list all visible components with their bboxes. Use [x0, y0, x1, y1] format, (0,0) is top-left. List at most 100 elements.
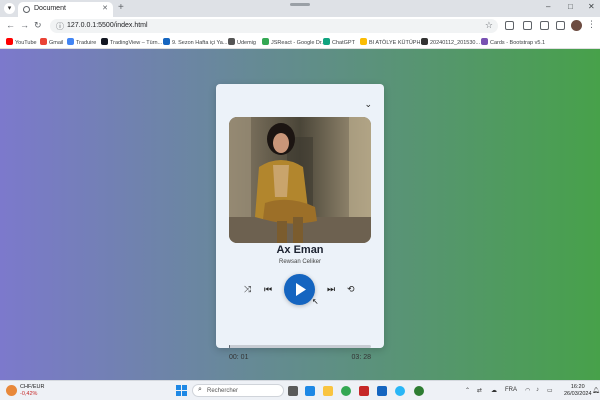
- bookmark-jsreact[interactable]: JSReact - Google Dr...: [262, 38, 326, 47]
- more-menu-icon[interactable]: ⋮: [587, 19, 596, 30]
- forward-arrow-icon[interactable]: →: [20, 20, 29, 30]
- google-drive-icon: [360, 38, 367, 45]
- new-tab-button[interactable]: +: [118, 2, 124, 13]
- taskbar-search-box[interactable]: ⌕ Rechercher: [192, 384, 284, 397]
- browser-toolbar: ← → ↻ ⓘ 127.0.0.1:5500/index.html ☆ ⋮: [0, 17, 600, 35]
- bookmark-traduire[interactable]: Traduire: [67, 38, 96, 47]
- window-drag-handle[interactable]: [290, 3, 310, 6]
- clock-time: 16:20: [570, 384, 585, 390]
- tradingview-icon: [101, 38, 108, 45]
- google-drive-icon: [262, 38, 269, 45]
- onedrive-icon[interactable]: ☁: [491, 387, 497, 394]
- bookmark-chatgpt[interactable]: ChatGPT: [323, 38, 355, 47]
- gmail-icon: [40, 38, 47, 45]
- battery-icon[interactable]: ▭: [547, 387, 553, 394]
- duration-time: 03: 28: [351, 354, 371, 361]
- bookmark-tradingview[interactable]: TradingView – Türn...: [101, 38, 162, 47]
- file-explorer-icon[interactable]: [323, 386, 333, 396]
- reload-icon[interactable]: ↻: [34, 20, 42, 31]
- chevron-down-icon: ▾: [7, 5, 12, 12]
- bookmark-label: Udemig: [237, 40, 256, 46]
- address-bar[interactable]: ⓘ 127.0.0.1:5500/index.html ☆: [50, 19, 498, 33]
- chevron-down-icon[interactable]: ⌄: [364, 100, 372, 109]
- minimize-button[interactable]: –: [546, 2, 550, 11]
- artist-name: Rewsan Celiker: [278, 259, 321, 265]
- chatgpt-icon: [323, 38, 330, 45]
- bookmark-label: 20240112_201530...: [430, 40, 481, 46]
- profile-avatar[interactable]: [571, 20, 582, 31]
- close-window-button[interactable]: ✕: [588, 2, 595, 11]
- bookmark-sezon[interactable]: 9. Sezon Hafta içi Ya...: [163, 38, 227, 47]
- bookmark-gmail[interactable]: Gmail: [40, 38, 63, 47]
- bookmark-label: Gmail: [49, 40, 64, 46]
- side-panel-icon[interactable]: [556, 21, 565, 30]
- bookmark-label: 9. Sezon Hafta içi Ya...: [172, 40, 228, 46]
- album-cover: [229, 117, 371, 243]
- wifi-icon[interactable]: ◠: [525, 387, 530, 394]
- back-arrow-icon[interactable]: ←: [6, 20, 15, 30]
- vscode-icon[interactable]: [305, 386, 315, 396]
- tab-close-icon[interactable]: ✕: [102, 4, 108, 12]
- whatsapp-icon[interactable]: [414, 386, 424, 396]
- bookmarks-bar: YouTube Gmail Traduire TradingView – Tür…: [0, 35, 600, 49]
- bookmark-atolye[interactable]: BI ATÖLYE KÜTÜPH...: [360, 38, 425, 47]
- taskbar-clock[interactable]: 16:20 26/03/2024: [564, 384, 592, 398]
- bookmark-recording[interactable]: 20240112_201530...: [421, 38, 480, 47]
- currency-change: -0,42%: [20, 391, 38, 397]
- search-icon: ⌕: [198, 386, 202, 393]
- youtube-icon: [6, 38, 13, 45]
- site-info-icon[interactable]: ⓘ: [56, 21, 64, 32]
- currency-pair[interactable]: CHF/EUR: [20, 384, 44, 390]
- music-player-card: ⌄ Ax Eman Rewsan Celiker ⤨ ⏮ ↖ ⏭ ⟲ 00: 0…: [216, 84, 384, 361]
- bookmark-label: Traduire: [76, 40, 97, 46]
- file-icon: [421, 38, 428, 45]
- app-icon[interactable]: [359, 386, 369, 396]
- play-button[interactable]: [284, 274, 315, 305]
- bookmark-label: YouTube: [15, 40, 37, 46]
- network-adapter-icon[interactable]: ⇄: [477, 387, 482, 394]
- maximize-button[interactable]: □: [568, 2, 573, 11]
- previous-track-icon[interactable]: ⏮: [264, 285, 272, 294]
- next-track-icon[interactable]: ⏭: [327, 285, 335, 294]
- progress-bar[interactable]: [229, 345, 371, 348]
- windows-start-icon[interactable]: [176, 385, 187, 396]
- bookmark-label: JSReact - Google Dr...: [271, 40, 327, 46]
- telegram-icon[interactable]: [395, 386, 405, 396]
- udemy-icon: [228, 38, 235, 45]
- download-icon[interactable]: [540, 21, 549, 30]
- browser-tab-bar: ▾ Document ✕ + – □ ✕: [0, 0, 600, 17]
- mouse-cursor-icon: ↖: [312, 297, 319, 306]
- puzzle-icon[interactable]: [523, 21, 532, 30]
- task-view-icon[interactable]: [288, 386, 298, 396]
- browser-tab-document[interactable]: Document ✕: [18, 2, 113, 17]
- bookmark-label: ChatGPT: [332, 40, 355, 46]
- tab-search-button[interactable]: ▾: [4, 3, 15, 14]
- bootstrap-icon: [481, 38, 488, 45]
- repeat-icon[interactable]: ⟲: [347, 285, 355, 294]
- tab-title: Document: [34, 5, 66, 12]
- globe-icon: [23, 6, 30, 13]
- show-hidden-icons[interactable]: ⌃: [465, 387, 470, 394]
- bookmark-label: TradingView – Türn...: [110, 40, 163, 46]
- windows-taskbar: CHF/EUR -0,42% ⌕ Rechercher ⌃ ⇄ ☁ FRA ◠ …: [0, 380, 600, 400]
- bookmark-star-icon[interactable]: ☆: [485, 20, 493, 31]
- translate-icon: [67, 38, 74, 45]
- extensions-icon[interactable]: [505, 21, 514, 30]
- progress-fill: [229, 345, 230, 348]
- notification-bell-icon[interactable]: 🔔︎: [592, 387, 600, 394]
- address-url[interactable]: 127.0.0.1:5500/index.html: [67, 22, 148, 29]
- language-indicator[interactable]: FRA: [505, 387, 517, 393]
- bookmark-label: BI ATÖLYE KÜTÜPH...: [369, 40, 426, 46]
- song-title: Ax Eman: [276, 244, 324, 256]
- bookmark-udemig[interactable]: Udemig: [228, 38, 256, 47]
- volume-icon[interactable]: ♪: [536, 387, 539, 393]
- bookmark-label: Cards - Bootstrap v5.1: [490, 40, 546, 46]
- shuffle-icon[interactable]: ⤨: [244, 285, 251, 294]
- document-icon: [163, 38, 170, 45]
- bookmark-bootstrap[interactable]: Cards - Bootstrap v5.1: [481, 38, 545, 47]
- currency-widget-icon[interactable]: [6, 385, 17, 396]
- current-time: 00: 01: [229, 354, 249, 361]
- bookmark-youtube[interactable]: YouTube: [6, 38, 37, 47]
- chrome-icon[interactable]: [341, 386, 351, 396]
- outlook-icon[interactable]: [377, 386, 387, 396]
